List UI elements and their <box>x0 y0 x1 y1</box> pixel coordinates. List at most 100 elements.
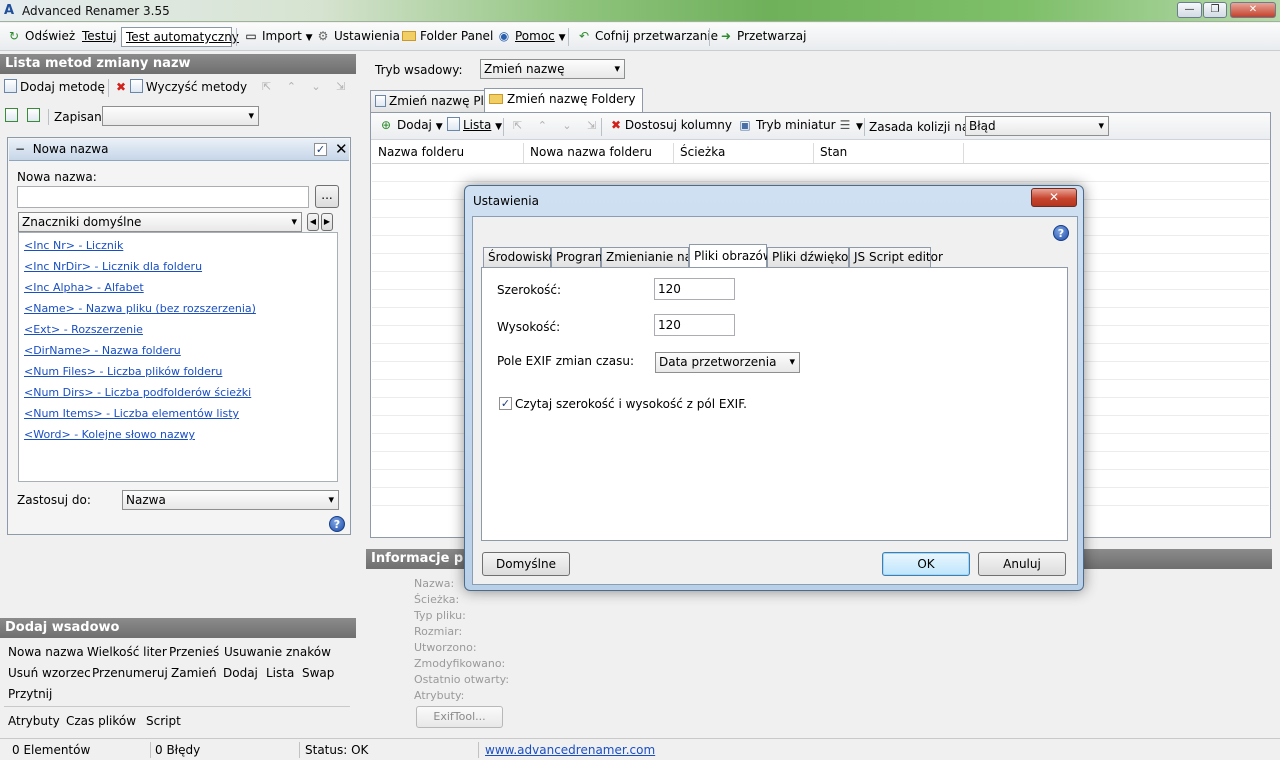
method-panel: − Nowa nazwa ✓ ✕ Nowa nazwa: ... Znaczni… <box>7 137 351 535</box>
ok-button[interactable]: OK <box>882 552 970 576</box>
import-icon: ▭ <box>245 29 257 43</box>
batch-timestamp[interactable]: Czas plików <box>66 714 136 728</box>
cancel-button[interactable]: Anuluj <box>978 552 1066 576</box>
batch-move[interactable]: Przenieś <box>169 645 219 659</box>
collision-dropdown[interactable]: Błąd <box>965 116 1109 136</box>
batch-script[interactable]: Script <box>146 714 181 728</box>
column-path[interactable]: Ścieżka <box>674 143 814 163</box>
add-document-icon <box>4 79 17 93</box>
method-enabled-checkbox[interactable]: ✓ <box>314 143 327 156</box>
add-items-button[interactable]: ⊕ Dodaj ▼ <box>374 116 447 136</box>
gear-icon: ⚙ <box>317 29 329 43</box>
browse-button[interactable]: ... <box>315 185 339 208</box>
status-divider <box>478 742 479 758</box>
auto-test-button[interactable]: Test automatyczny <box>121 27 239 47</box>
batch-renumber[interactable]: Przenumeruj <box>92 666 168 680</box>
thumbnail-mode-button[interactable]: ▣ Tryb miniatur <box>733 116 840 136</box>
refresh-label: Odśwież <box>25 29 76 43</box>
batch-remove-chars[interactable]: Usuwanie znaków <box>224 645 331 659</box>
apply-to-dropdown[interactable]: Nazwa <box>122 490 339 510</box>
tab-image-files[interactable]: Pliki obrazów <box>689 244 773 268</box>
folder-panel-button[interactable]: Folder Panel <box>398 27 497 47</box>
batch-remove-pattern[interactable]: Usuń wzorzec <box>8 666 91 680</box>
tag-link-dirname[interactable]: <DirName> - Nazwa folderu <box>24 344 181 357</box>
document-icon <box>447 117 460 131</box>
tab-renaming[interactable]: Zmienianie nazw <box>601 247 689 267</box>
chevron-down-icon: ▼ <box>558 33 566 43</box>
tag-link-inc-alpha[interactable]: <Inc Alpha> - Alfabet <box>24 281 144 294</box>
toolbar-divider <box>48 109 49 125</box>
toolbar-divider <box>709 28 710 46</box>
folder-panel-label: Folder Panel <box>420 29 494 43</box>
column-state[interactable]: Stan <box>814 143 964 163</box>
read-exif-checkbox[interactable]: ✓ <box>499 397 512 410</box>
column-folder-name[interactable]: Nazwa folderu <box>372 143 524 163</box>
help-icon[interactable]: ? <box>329 516 345 532</box>
help-menu-button[interactable]: ◉ Pomoc ▼ <box>492 27 570 47</box>
test-button[interactable]: Testuj <box>78 27 121 47</box>
tag-link-inc-nrdir[interactable]: <Inc NrDir> - Licznik dla folderu <box>24 260 202 273</box>
exif-time-dropdown[interactable]: Data przetworzenia <box>655 352 800 373</box>
tag-link-num-files[interactable]: <Num Files> - Liczba plików folderu <box>24 365 222 378</box>
close-window-button[interactable]: ✕ <box>1230 2 1276 18</box>
batch-trim[interactable]: Przytnij <box>8 687 52 701</box>
info-created-label: Utworzono: <box>414 641 477 654</box>
undo-icon: ↶ <box>578 29 590 43</box>
column-new-folder-name[interactable]: Nowa nazwa folderu <box>524 143 674 163</box>
tags-prev-button[interactable]: ◀ <box>307 213 319 231</box>
batch-list[interactable]: Lista <box>266 666 294 680</box>
tab-audio-files[interactable]: Pliki dźwiękowe <box>767 247 866 267</box>
exiftool-button[interactable]: ExifTool... <box>416 706 503 728</box>
refresh-button[interactable]: ↻ Odśwież <box>2 27 79 47</box>
tag-link-num-items[interactable]: <Num Items> - Liczba elementów listy <box>24 407 239 420</box>
height-input[interactable]: 120 <box>654 314 735 336</box>
batch-add[interactable]: Dodaj <box>223 666 258 680</box>
columns-button[interactable]: ✖ Dostosuj kolumny <box>607 116 736 136</box>
window-title: Advanced Renamer 3.55 <box>22 4 170 18</box>
app-logo-icon: A <box>4 3 15 18</box>
import-button[interactable]: ▭ Import ▼ <box>239 27 317 47</box>
toolbar-divider <box>568 28 569 46</box>
tag-link-inc-nr[interactable]: <Inc Nr> - Licznik <box>24 239 123 252</box>
website-link[interactable]: www.advancedrenamer.com <box>485 743 655 757</box>
grid-row-line <box>372 181 1269 182</box>
tag-link-num-dirs[interactable]: <Num Dirs> - Liczba podfolderów ścieżki <box>24 386 251 399</box>
remove-method-close-icon[interactable]: ✕ <box>335 139 348 160</box>
add-method-button[interactable]: Dodaj metodę <box>4 77 105 99</box>
load-preset-icon[interactable] <box>5 108 21 123</box>
clear-methods-button[interactable]: ✖ Wyczyść metody <box>116 77 247 99</box>
list-button[interactable]: Lista ▼ <box>443 116 506 136</box>
width-input[interactable]: 120 <box>654 278 735 300</box>
new-name-input[interactable] <box>17 186 309 208</box>
tab-js-script-editor[interactable]: JS Script editor <box>849 247 943 267</box>
batch-new-name[interactable]: Nowa nazwa <box>8 645 84 659</box>
dialog-close-button[interactable]: ✕ <box>1031 188 1077 207</box>
tags-next-button[interactable]: ▶ <box>321 213 333 231</box>
tags-dropdown[interactable]: Znaczniki domyślne <box>18 212 302 232</box>
settings-button[interactable]: ⚙ Ustawienia <box>311 27 404 47</box>
process-button[interactable]: ➜ Przetwarzaj <box>714 27 810 47</box>
info-path-label: Ścieżka: <box>414 593 460 606</box>
tag-link-word[interactable]: <Word> - Kolejne słowo nazwy <box>24 428 195 441</box>
defaults-button[interactable]: Domyślne <box>482 552 570 576</box>
tag-link-name[interactable]: <Name> - Nazwa pliku (bez rozszerzenia) <box>24 302 256 315</box>
tag-link-ext[interactable]: <Ext> - Rozszerzenie <box>24 323 143 336</box>
read-exif-label: Czytaj szerokość i wysokość z pól EXIF. <box>515 397 747 411</box>
batch-swap[interactable]: Swap <box>302 666 334 680</box>
save-preset-icon[interactable] <box>27 108 43 123</box>
undo-button[interactable]: ↶ Cofnij przetwarzanie <box>572 27 722 47</box>
tab-rename-folders-label: Zmień nazwę Foldery <box>507 92 636 106</box>
saved-presets-dropdown[interactable] <box>102 106 259 126</box>
tab-program[interactable]: Program <box>551 247 607 267</box>
help-icon[interactable]: ? <box>1053 225 1069 241</box>
batch-attributes[interactable]: Atrybuty <box>8 714 60 728</box>
batch-replace[interactable]: Zamień <box>171 666 217 680</box>
batch-mode-dropdown[interactable]: Zmień nazwę <box>480 59 625 79</box>
tab-rename-folders[interactable]: Zmień nazwę Foldery <box>484 88 643 112</box>
collapse-icon[interactable]: − <box>15 142 25 156</box>
view-options-button[interactable]: ☰ ▼ <box>833 116 867 136</box>
batch-case[interactable]: Wielkość liter <box>87 645 167 659</box>
tab-environment[interactable]: Środowisko <box>483 247 556 267</box>
maximize-button[interactable]: ❐ <box>1203 2 1227 18</box>
minimize-button[interactable]: — <box>1177 2 1202 18</box>
